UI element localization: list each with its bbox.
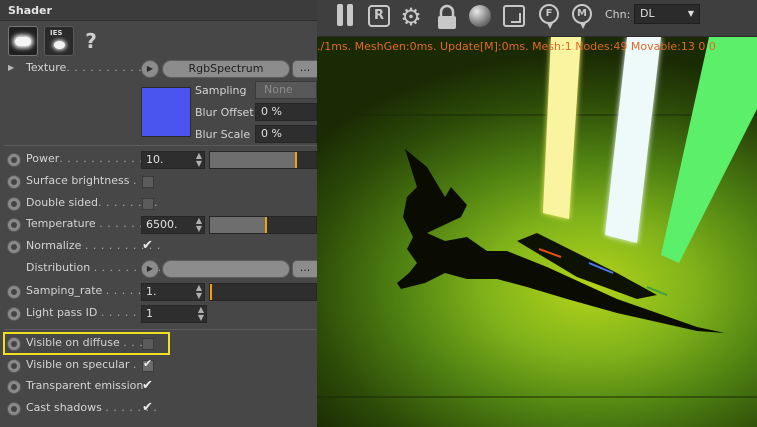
help-icon[interactable]: ? xyxy=(80,29,102,53)
ies-label: IES xyxy=(50,29,63,37)
visible-on-specular-radio[interactable] xyxy=(7,359,21,373)
cast-shadows-checkbox[interactable]: ✔ xyxy=(142,400,153,415)
sampling-select[interactable]: None xyxy=(255,81,317,99)
render-region-icon[interactable]: R xyxy=(368,5,390,27)
normalize-radio[interactable] xyxy=(7,240,21,254)
distribution-row: Distribution . . . . . . . . . ▶ ... xyxy=(0,258,317,280)
texture-more-button[interactable]: ... xyxy=(292,60,317,78)
cast-shadows-label: Cast shadows . . . . . . . xyxy=(26,401,158,414)
distribution-more-button[interactable]: ... xyxy=(292,260,317,278)
surface-brightness-row: Surface brightness . . xyxy=(0,171,317,193)
texture-arrow-button[interactable]: ▶ xyxy=(141,60,159,78)
expand-triangle-icon[interactable]: ▶ xyxy=(8,63,14,72)
render-scene xyxy=(317,37,757,398)
light-pass-id-field[interactable]: 1 ▲ ▼ xyxy=(141,305,207,323)
blur-offset-field[interactable]: 0 % xyxy=(255,103,317,121)
spinner-icon[interactable]: ▲ ▼ xyxy=(196,217,202,233)
temperature-radio[interactable] xyxy=(7,218,21,232)
render-stats-text: ./1ms. MeshGen:0ms. Update[M]:0ms. Mesh:… xyxy=(317,40,716,53)
double-sided-row: Double sided. . . . . . . . xyxy=(0,193,317,215)
light-pass-id-row: Light pass ID . . . . . . . 1 ▲ ▼ xyxy=(0,303,317,325)
temperature-slider[interactable] xyxy=(209,216,317,234)
spinner-icon[interactable]: ▲ ▼ xyxy=(198,306,204,322)
yellow-light-strip xyxy=(543,37,581,219)
panel-title: Shader xyxy=(0,0,317,21)
sampling-label: Sampling xyxy=(195,84,247,97)
cast-shadows-radio[interactable] xyxy=(7,402,21,416)
checkmark-icon: ✔ xyxy=(143,357,153,370)
temperature-row: Temperature . . . . . . . 6500. ▲ ▼ xyxy=(0,214,317,236)
power-slider[interactable] xyxy=(209,151,317,169)
transparent-emission-checkbox[interactable]: ✔ xyxy=(142,378,153,393)
region-frame-icon[interactable] xyxy=(503,5,525,27)
white-light-strip xyxy=(605,37,661,243)
ies-shader-icon[interactable]: IES xyxy=(44,26,74,56)
texture-rgbspectrum-button[interactable]: RgbSpectrum xyxy=(162,60,290,78)
transparent-emission-row: Transparent emission ✔ xyxy=(0,376,317,398)
transparent-emission-label: Transparent emission xyxy=(26,379,144,392)
shader-panel: Shader IES ? ▶ Texture. . . . . . . . . … xyxy=(0,0,317,427)
settings-gear-icon[interactable]: ⚙ xyxy=(399,4,423,30)
samping-rate-row: Samping_rate . . . . . . . 1. ▲ ▼ xyxy=(0,281,317,303)
render-toolbar: R ⚙ F M Chn: DL ▼ xyxy=(317,0,757,37)
normalize-checkbox[interactable]: ✔ xyxy=(142,238,153,253)
blur-scale-field[interactable]: 0 % xyxy=(255,125,317,143)
channel-select[interactable]: DL ▼ xyxy=(634,4,700,24)
spinner-icon[interactable]: ▲ ▼ xyxy=(196,152,202,168)
green-light-strip xyxy=(661,37,757,263)
texture-color-swatch[interactable] xyxy=(141,87,191,137)
blur-offset-label: Blur Offset xyxy=(195,106,254,119)
light-shader-icon[interactable] xyxy=(8,26,38,56)
normalize-label: Normalize . . . . . . . . . . xyxy=(26,239,161,252)
divider xyxy=(4,145,317,146)
spinner-icon[interactable]: ▲ ▼ xyxy=(196,284,202,300)
shader-mode-bar: IES ? xyxy=(8,26,102,56)
visible-on-specular-row: Visible on specular . . ✔ xyxy=(0,355,317,377)
distribution-button[interactable] xyxy=(162,260,290,278)
double-sided-radio[interactable] xyxy=(7,197,21,211)
power-animate-radio[interactable] xyxy=(7,153,21,167)
divider xyxy=(4,329,317,330)
samping-rate-field[interactable]: 1. ▲ ▼ xyxy=(141,283,205,301)
lock-icon[interactable] xyxy=(435,4,459,30)
chevron-down-icon: ▼ xyxy=(687,9,694,18)
temperature-label: Temperature . . . . . . . xyxy=(26,217,152,230)
samping-rate-radio[interactable] xyxy=(7,285,21,299)
power-field[interactable]: 10. ▲ ▼ xyxy=(141,151,205,169)
samping-rate-label: Samping_rate . . . . . . . xyxy=(26,284,158,297)
visible-on-specular-checkbox[interactable]: ✔ xyxy=(142,357,154,372)
highlight-box xyxy=(3,332,170,355)
light-pass-id-label: Light pass ID . . . . . . . xyxy=(26,306,153,319)
double-sided-label: Double sided. . . . . . . . xyxy=(26,196,158,209)
render-viewport[interactable]: ./1ms. MeshGen:0ms. Update[M]:0ms. Mesh:… xyxy=(317,37,757,427)
temperature-field[interactable]: 6500. ▲ ▼ xyxy=(141,216,205,234)
channel-label: Chn: xyxy=(605,8,631,21)
texture-row: ▶ Texture. . . . . . . . . . . . . ▶ Rgb… xyxy=(0,58,317,80)
light-pass-id-radio[interactable] xyxy=(7,307,21,321)
normalize-row: Normalize . . . . . . . . . . ✔ xyxy=(0,236,317,258)
material-sphere-icon[interactable] xyxy=(469,5,491,27)
material-pin-icon[interactable]: M xyxy=(572,4,592,29)
blur-scale-label: Blur Scale xyxy=(195,128,251,141)
power-row: Power. . . . . . . . . . . . . 10. ▲ ▼ xyxy=(0,149,317,171)
focus-pin-icon[interactable]: F xyxy=(539,4,559,29)
surface-brightness-radio[interactable] xyxy=(7,175,21,189)
surface-brightness-checkbox[interactable] xyxy=(142,176,154,188)
surface-brightness-label: Surface brightness . . xyxy=(26,174,145,187)
pause-icon[interactable] xyxy=(337,4,353,26)
double-sided-checkbox[interactable] xyxy=(142,198,154,210)
distribution-arrow-button[interactable]: ▶ xyxy=(141,260,159,278)
transparent-emission-radio[interactable] xyxy=(7,380,21,394)
samping-rate-slider[interactable] xyxy=(209,283,317,301)
cast-shadows-row: Cast shadows . . . . . . . ✔ xyxy=(0,398,317,420)
power-label: Power. . . . . . . . . . . . . xyxy=(26,152,160,165)
visible-on-specular-label: Visible on specular . . xyxy=(26,358,145,371)
